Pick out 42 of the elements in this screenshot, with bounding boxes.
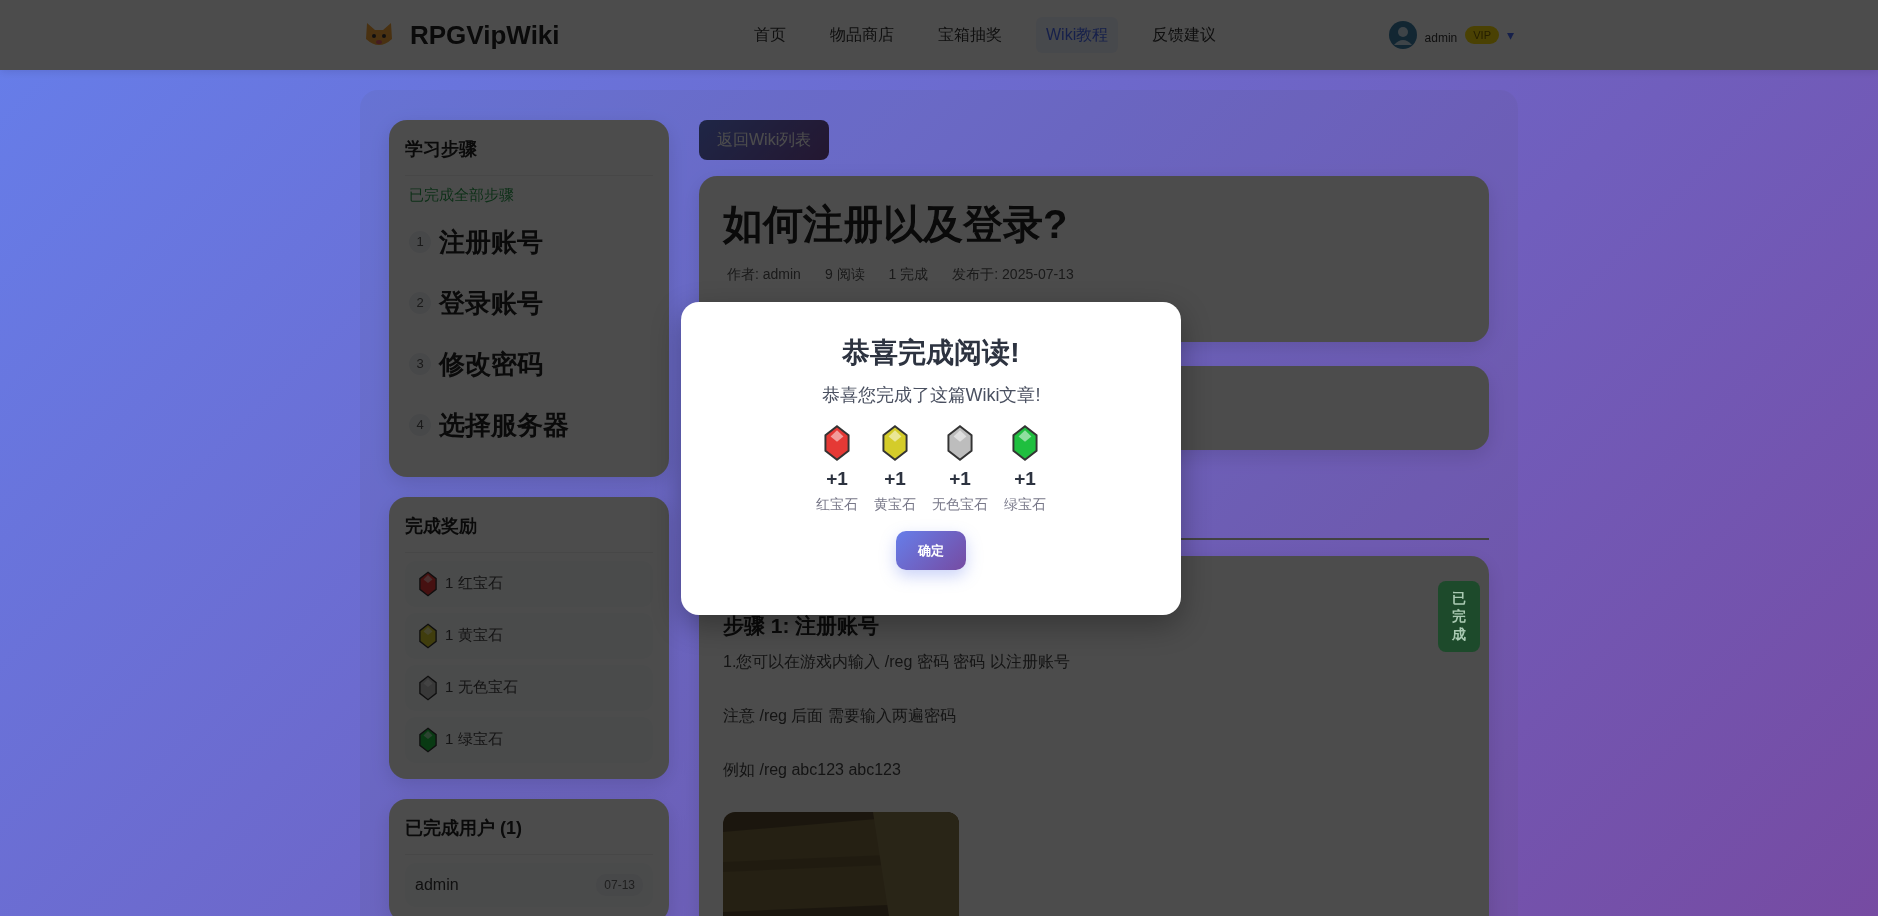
username-label[interactable]: admin: [1424, 29, 1458, 47]
paragraph: 1.您可以在游戏内输入 /reg 密码 密码 以注册账号: [723, 651, 1071, 672]
nav-link[interactable]: 反馈建议: [1142, 17, 1227, 53]
reward-amount: +1: [826, 467, 848, 491]
reward-amount: +1: [884, 467, 906, 491]
gem-icon: [882, 425, 908, 461]
article-title: 如何注册以及登录?: [723, 201, 1069, 248]
confirm-button[interactable]: 确定: [896, 530, 966, 570]
reward-label: 红宝石: [816, 494, 858, 514]
paragraph: 注意 /reg 后面 需要输入两遍密码: [723, 705, 957, 726]
nav-link[interactable]: 宝箱抽奖: [928, 17, 1012, 53]
reward-label: 黄宝石: [874, 494, 916, 514]
nav-link[interactable]: 首页: [744, 17, 796, 53]
card-title: 学习步骤: [405, 136, 653, 176]
caret-icon[interactable]: ▾: [1507, 24, 1514, 46]
gem-icon: [1012, 425, 1038, 461]
step-title: 步骤 1: 注册账号: [723, 613, 880, 639]
nav-link[interactable]: 物品商店: [820, 17, 904, 53]
step-link[interactable]: 注册账号: [439, 222, 543, 262]
reward-amount: +1: [1014, 467, 1036, 491]
gem-icon: [419, 726, 437, 753]
step-link[interactable]: 登录账号: [439, 283, 543, 323]
gem-icon: [419, 622, 437, 649]
gem-icon: [947, 425, 973, 461]
reward-label: 无色宝石: [932, 494, 988, 514]
gem-icon: [419, 674, 437, 701]
status-text: 已完成全部步骤: [409, 185, 515, 205]
card-title: 完成奖励: [405, 512, 653, 553]
reward-amount: +1: [949, 467, 971, 491]
site-logo-text[interactable]: RPGVipWiki: [410, 15, 560, 55]
card-title: 已完成用户 (1): [405, 814, 653, 855]
reward-label: 绿宝石: [1004, 494, 1046, 514]
gem-icon: [419, 570, 437, 597]
dialog-message: 恭喜您完成了这篇Wiki文章!: [820, 384, 1042, 407]
avatar-icon[interactable]: [1388, 21, 1417, 49]
dialog-title: 恭喜完成阅读!: [841, 336, 1021, 370]
user-name: admin: [415, 874, 459, 895]
completed-tag: 已完成: [1438, 581, 1480, 652]
step-link[interactable]: 修改密码: [439, 344, 543, 384]
gem-icon: [824, 425, 850, 461]
step-link[interactable]: 选择服务器: [439, 405, 569, 445]
paragraph: 例如 /reg abc123 abc123: [723, 759, 902, 780]
